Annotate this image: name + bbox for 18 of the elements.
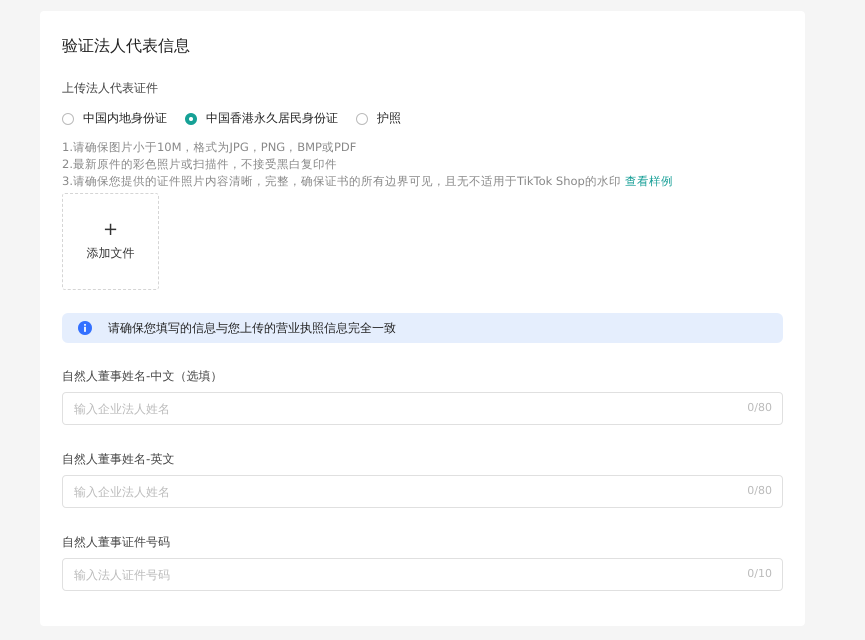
field-label: 自然人董事姓名-英文 [62,451,176,468]
character-counter: 0/10 [747,567,772,580]
note-text: 3.请确保您提供的证件照片内容清晰，完整，确保证书的所有边界可见，且无不适用于TikTok Shop的水印 [62,174,621,188]
field-label: 自然人董事姓名-中文（选填） [62,368,224,385]
field-label: 上传法人代表证件 [62,80,159,97]
character-counter: 0/80 [747,484,772,497]
radio-label: 护照 [377,110,401,127]
section-title: 验证法人代表信息 [62,35,191,57]
note-text: 1.请确保图片小于10M，格式为JPG，PNG，BMP或PDF [62,140,356,154]
radio-label: 中国内地身份证 [83,110,167,127]
add-file-button[interactable]: + 添加文件 [62,193,159,290]
radio-option[interactable]: 中国内地身份证 [62,110,167,127]
alert-text: 请确保您填写的信息与您上传的营业执照信息完全一致 [108,320,396,336]
note-text: 2.最新原件的彩色照片或扫描件，不接受黑白复印件 [62,157,337,171]
radio-option[interactable]: 护照 [356,110,401,127]
info-icon [78,321,92,335]
field-label: 自然人董事证件号码 [62,534,171,551]
character-counter: 0/80 [747,401,772,414]
